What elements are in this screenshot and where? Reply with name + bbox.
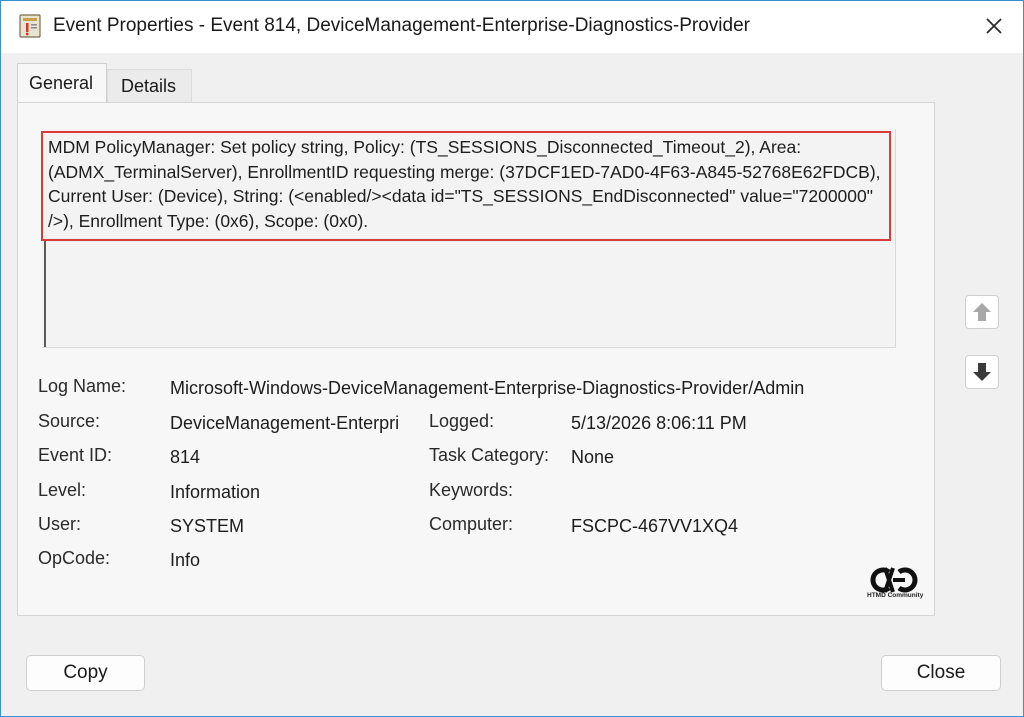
opcode-label: OpCode: bbox=[38, 548, 111, 568]
level-value: Information bbox=[170, 482, 261, 502]
text-caret bbox=[44, 239, 46, 347]
copy-button[interactable]: Copy bbox=[26, 655, 145, 691]
task-category-value: None bbox=[571, 447, 615, 467]
event-properties-window: Event Properties - Event 814, DeviceMana… bbox=[0, 0, 1024, 717]
user-value: SYSTEM bbox=[170, 516, 245, 536]
opcode-value: Info bbox=[170, 550, 201, 570]
logged-value: 5/13/2026 8:06:11 PM bbox=[571, 413, 747, 433]
task-category-label: Task Category: bbox=[429, 445, 550, 465]
arrow-up-icon bbox=[973, 303, 991, 321]
general-panel: MDM PolicyManager: Set policy string, Po… bbox=[17, 102, 935, 616]
logged-label: Logged: bbox=[429, 411, 495, 431]
watermark-text: HTMD Community bbox=[867, 592, 924, 599]
tab-details[interactable]: Details bbox=[107, 69, 192, 102]
window-title: Event Properties - Event 814, DeviceMana… bbox=[53, 15, 750, 36]
computer-label: Computer: bbox=[429, 514, 514, 534]
arrow-down-icon bbox=[973, 363, 991, 381]
event-description: MDM PolicyManager: Set policy string, Po… bbox=[48, 137, 881, 231]
source-value: DeviceManagement-Enterpri bbox=[170, 413, 400, 433]
title-bar: Event Properties - Event 814, DeviceMana… bbox=[1, 1, 1023, 53]
user-label: User: bbox=[38, 514, 82, 534]
event-description-box[interactable]: MDM PolicyManager: Set policy string, Po… bbox=[41, 129, 896, 348]
level-label: Level: bbox=[38, 480, 87, 500]
log-name-value: Microsoft-Windows-DeviceManagement-Enter… bbox=[170, 378, 805, 398]
next-event-button[interactable] bbox=[965, 355, 999, 389]
event-viewer-icon bbox=[19, 14, 41, 38]
event-id-value: 814 bbox=[170, 447, 201, 467]
tab-general[interactable]: General bbox=[17, 63, 107, 102]
event-id-label: Event ID: bbox=[38, 445, 113, 465]
previous-event-button[interactable] bbox=[965, 295, 999, 329]
close-button[interactable]: Close bbox=[881, 655, 1001, 691]
close-window-icon[interactable] bbox=[977, 11, 1011, 41]
computer-value: FSCPC-467VV1XQ4 bbox=[571, 516, 739, 536]
keywords-label: Keywords: bbox=[429, 480, 514, 500]
source-label: Source: bbox=[38, 411, 101, 431]
log-name-label: Log Name: bbox=[38, 376, 127, 396]
